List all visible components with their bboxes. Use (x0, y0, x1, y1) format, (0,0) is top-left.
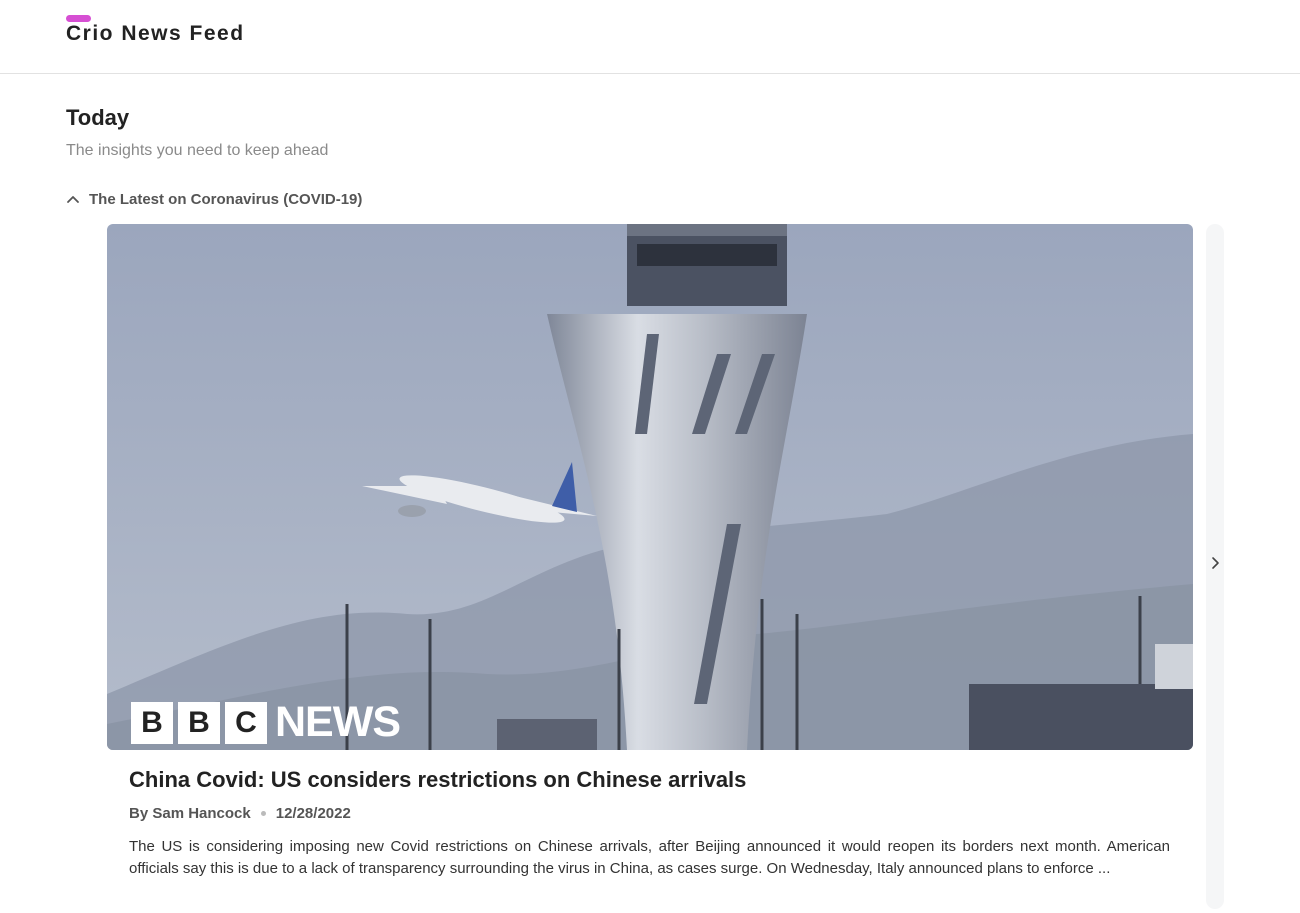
navbar: Crio News Feed (0, 0, 1300, 74)
bbc-news-logo: B B C NEWS (131, 698, 401, 747)
section-subheading: The insights you need to keep ahead (66, 142, 329, 159)
logo-block-2: B (178, 701, 220, 744)
article-author: By Sam Hancock (129, 805, 251, 822)
article-title[interactable]: China Covid: US considers restrictions o… (129, 764, 1170, 796)
article-date: 12/28/2022 (275, 805, 351, 822)
chevron-right-icon (1210, 556, 1220, 575)
logo-block-1: B (131, 701, 173, 744)
article-meta: By Sam Hancock 12/28/2022 (129, 805, 1170, 822)
news-card[interactable]: B B C NEWS China Covid: US considers res… (107, 224, 1193, 912)
article-image[interactable]: B B C NEWS (107, 224, 1193, 750)
article-description: The US is considering imposing new Covid… (129, 838, 1170, 877)
section-heading: Today (66, 105, 130, 130)
logo-word: NEWS (275, 698, 401, 746)
topic-accordion-toggle[interactable]: The Latest on Coronavirus (COVID-19) (66, 189, 362, 209)
topic-label: The Latest on Coronavirus (COVID-19) (89, 190, 363, 208)
brand-accent-bar (66, 15, 91, 22)
meta-separator-dot (260, 811, 266, 816)
logo-block-3: C (225, 701, 267, 744)
article-body: China Covid: US considers restrictions o… (129, 764, 1170, 880)
brand-title[interactable]: Crio News Feed (66, 22, 245, 46)
news-carousel: B B C NEWS China Covid: US considers res… (107, 224, 1224, 912)
carousel-next-button[interactable] (1206, 554, 1224, 576)
chevron-up-icon (66, 192, 80, 206)
